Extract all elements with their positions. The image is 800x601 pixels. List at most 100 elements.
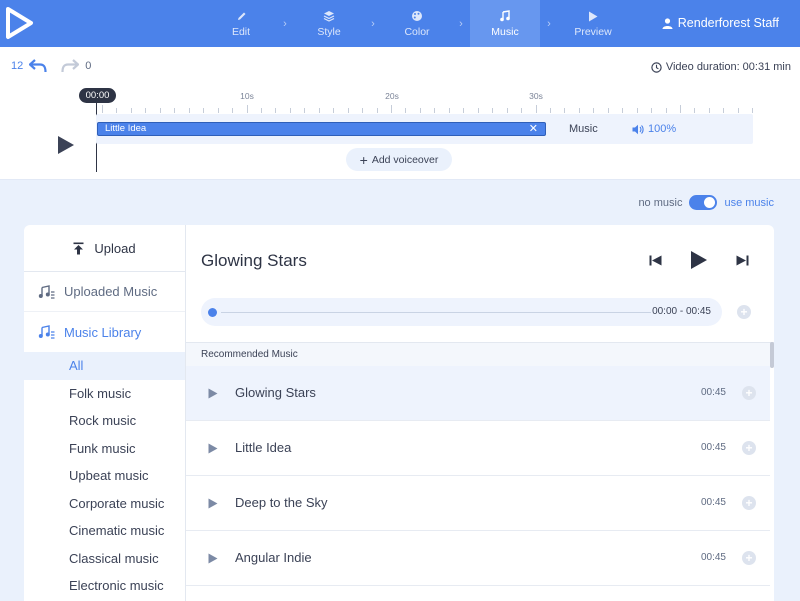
add-icon[interactable]: + xyxy=(737,305,751,319)
sidebar-item-uploaded-music[interactable]: Uploaded Music xyxy=(24,272,185,312)
use-music-label[interactable]: use music xyxy=(724,197,774,209)
music-note-icon xyxy=(499,9,511,23)
song-row[interactable]: Glowing Stars 00:45 + xyxy=(186,366,770,421)
song-row[interactable]: Deep to the Sky 00:45 + xyxy=(186,476,770,531)
ruler-tick xyxy=(333,108,335,113)
play-icon[interactable] xyxy=(208,443,218,454)
genre-item-all[interactable]: All xyxy=(24,352,185,380)
genre-item-classical[interactable]: Classical music xyxy=(24,545,185,573)
chevron-right-icon: › xyxy=(283,17,287,30)
ruler-tick xyxy=(102,105,103,113)
step-label: Preview xyxy=(574,26,612,38)
step-music[interactable]: Music xyxy=(470,0,540,47)
play-icon xyxy=(588,9,598,23)
song-duration: 00:45 xyxy=(700,442,726,453)
redo-icon[interactable] xyxy=(61,59,80,73)
genre-item-upbeat[interactable]: Upbeat music xyxy=(24,462,185,490)
music-panel: Upload Uploaded Music Music Library All … xyxy=(24,225,774,601)
ruler-label: 30s xyxy=(529,91,543,101)
player-progress-bar[interactable]: 00:00 - 00:45 xyxy=(201,298,722,326)
add-icon[interactable]: + xyxy=(742,496,756,510)
ruler-label: 20s xyxy=(385,91,399,101)
ruler-tick xyxy=(275,108,277,113)
time-ruler[interactable]: 10s 20s 30s xyxy=(90,91,754,113)
ruler-tick xyxy=(116,108,118,113)
step-edit[interactable]: Edit xyxy=(206,0,276,47)
ruler-tick xyxy=(622,108,624,113)
ruler-tick xyxy=(130,108,132,113)
speaker-icon xyxy=(632,124,644,134)
timeline-play-button[interactable] xyxy=(57,135,75,155)
ruler-tick xyxy=(217,108,219,113)
sidebar-item-music-library[interactable]: Music Library xyxy=(24,312,185,352)
ruler-tick xyxy=(260,108,262,113)
ruler-tick xyxy=(665,108,667,113)
user-name: Renderforest Staff xyxy=(677,16,779,30)
genre-item-corporate[interactable]: Corporate music xyxy=(24,490,185,518)
step-label: Edit xyxy=(231,26,251,38)
player-time: 00:00 - 00:45 xyxy=(652,306,711,317)
renderforest-logo-icon[interactable] xyxy=(4,6,34,40)
playhead-time[interactable]: 00:00 xyxy=(79,88,116,103)
step-color[interactable]: Color xyxy=(382,0,452,47)
ruler-tick xyxy=(362,108,364,113)
play-icon[interactable] xyxy=(208,388,218,399)
music-library-icon xyxy=(38,325,55,339)
undo-icon[interactable] xyxy=(29,59,47,73)
genre-item-cinematic[interactable]: Cinematic music xyxy=(24,517,185,545)
volume-control[interactable]: 100% xyxy=(632,123,676,135)
pencil-icon xyxy=(236,9,247,23)
ruler-tick xyxy=(477,108,479,113)
add-icon[interactable]: + xyxy=(742,386,756,400)
progress-handle[interactable] xyxy=(208,308,217,317)
ruler-label: 10s xyxy=(240,91,254,101)
music-toggle-switch[interactable] xyxy=(689,195,718,210)
ruler-tick xyxy=(376,108,378,113)
no-music-label[interactable]: no music xyxy=(638,197,682,209)
add-icon[interactable]: + xyxy=(742,441,756,455)
ruler-tick xyxy=(203,108,205,113)
song-name: Glowing Stars xyxy=(235,385,316,400)
volume-value: 100% xyxy=(648,123,677,135)
ruler-tick xyxy=(174,108,176,113)
sidebar-item-label: Music Library xyxy=(64,324,142,340)
music-toggle-row: no music use music xyxy=(638,195,774,210)
ruler-tick xyxy=(535,105,537,113)
song-row[interactable]: Angular Indie 00:45 + xyxy=(186,531,770,586)
ruler-tick xyxy=(318,108,320,113)
step-preview[interactable]: Preview xyxy=(558,0,628,47)
genre-item-folk[interactable]: Folk music xyxy=(24,380,185,408)
skip-next-icon[interactable] xyxy=(736,255,749,266)
ruler-tick xyxy=(347,108,349,113)
step-style[interactable]: Style xyxy=(294,0,364,47)
add-icon[interactable]: + xyxy=(742,551,756,565)
step-label: Music xyxy=(491,26,519,38)
genre-item-funk[interactable]: Funk music xyxy=(24,435,185,463)
play-icon[interactable] xyxy=(208,498,218,509)
ruler-tick xyxy=(723,108,725,113)
close-icon[interactable]: ✕ xyxy=(529,123,538,135)
play-icon[interactable] xyxy=(690,250,708,270)
music-clip[interactable]: Little Idea ✕ xyxy=(97,122,546,136)
scrollbar[interactable] xyxy=(770,342,774,368)
add-voiceover-button[interactable]: + Add voiceover xyxy=(346,148,452,171)
song-duration: 00:45 xyxy=(700,387,726,398)
upload-button[interactable]: Upload xyxy=(24,225,185,272)
user-menu[interactable]: Renderforest Staff xyxy=(662,16,779,30)
video-duration-label: Video duration: 00:31 min xyxy=(665,61,791,73)
now-playing-title: Glowing Stars xyxy=(201,251,307,270)
skip-previous-icon[interactable] xyxy=(649,255,662,266)
ruler-tick xyxy=(159,108,161,113)
chevron-right-icon: › xyxy=(547,17,551,30)
user-icon xyxy=(662,17,673,29)
ruler-tick xyxy=(419,108,421,113)
ruler-tick xyxy=(246,105,248,113)
ruler-tick xyxy=(232,108,234,113)
genre-item-electronic[interactable]: Electronic music xyxy=(24,572,185,600)
genre-item-rock[interactable]: Rock music xyxy=(24,407,185,435)
song-name: Deep to the Sky xyxy=(235,495,328,510)
play-icon[interactable] xyxy=(208,553,218,564)
ruler-tick xyxy=(752,108,754,113)
song-duration: 00:45 xyxy=(700,552,726,563)
song-row[interactable]: Little Idea 00:45 + xyxy=(186,421,770,476)
